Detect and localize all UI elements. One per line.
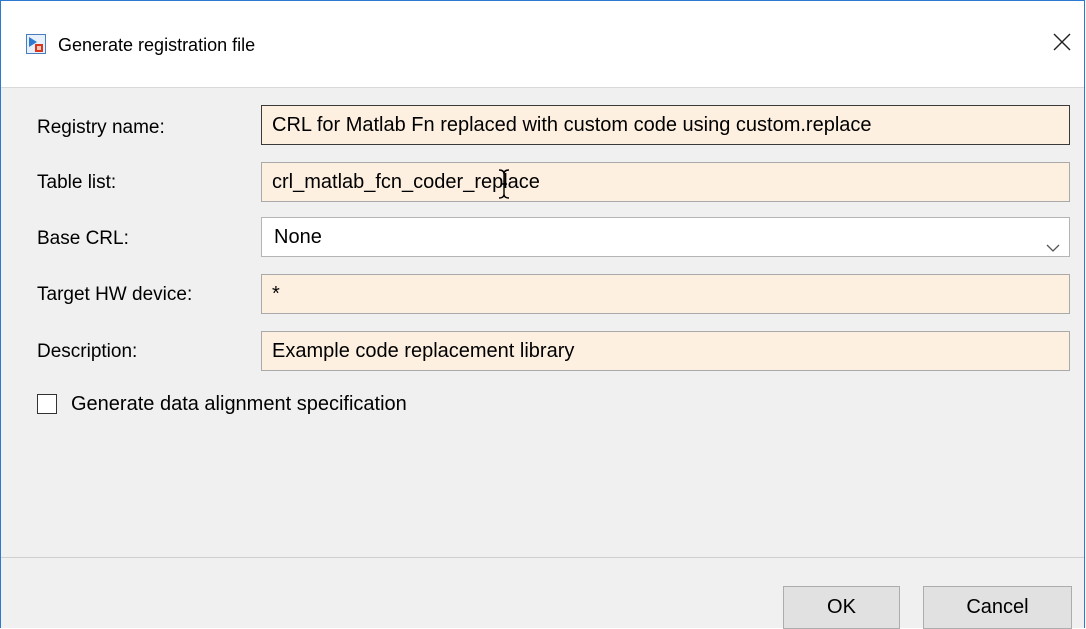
description-label: Description:: [37, 341, 138, 362]
registry-name-field[interactable]: CRL for Matlab Fn replaced with custom c…: [261, 105, 1070, 145]
close-button[interactable]: [1040, 21, 1084, 67]
target-hw-label: Target HW device:: [37, 284, 193, 305]
button-bar: OK Cancel: [1, 558, 1084, 629]
text-cursor-icon: [497, 168, 511, 200]
table-list-field[interactable]: crl_matlab_fcn_coder_replace: [261, 162, 1070, 202]
data-alignment-checkbox[interactable]: [37, 394, 57, 414]
close-icon: [1053, 33, 1071, 56]
base-crl-selected: None: [274, 226, 322, 248]
ok-button[interactable]: OK: [783, 586, 900, 629]
window-title: Generate registration file: [58, 35, 256, 55]
dialog-window: Generate registration file Registry name…: [0, 0, 1085, 629]
chevron-down-icon: [1045, 230, 1061, 252]
title-bar: Generate registration file: [1, 1, 1084, 87]
data-alignment-option[interactable]: Generate data alignment specification: [37, 392, 407, 416]
data-alignment-label: Generate data alignment specification: [71, 393, 407, 415]
base-crl-dropdown[interactable]: None: [261, 217, 1070, 257]
base-crl-label: Base CRL:: [37, 228, 129, 249]
target-hw-field[interactable]: *: [261, 274, 1070, 314]
registry-name-label: Registry name:: [37, 117, 165, 138]
cancel-button[interactable]: Cancel: [923, 586, 1072, 629]
form-panel: Registry name: CRL for Matlab Fn replace…: [1, 87, 1084, 558]
description-field[interactable]: Example code replacement library: [261, 331, 1070, 371]
table-list-label: Table list:: [37, 172, 117, 193]
simulink-model-icon: [26, 34, 46, 54]
